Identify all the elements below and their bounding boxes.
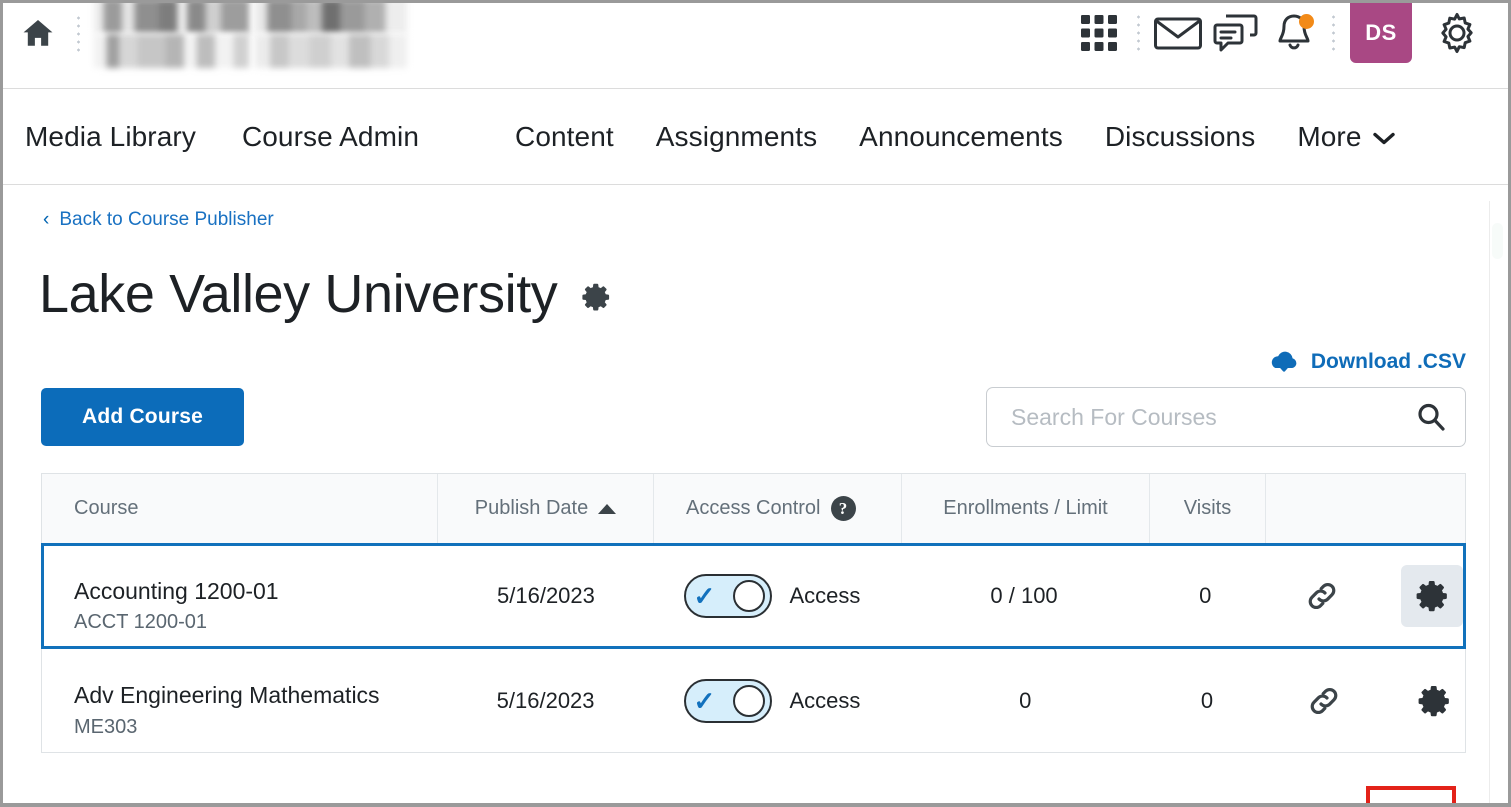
nav-course-admin[interactable]: Course Admin [242,121,419,153]
nav-more-label: More [1297,120,1362,152]
cell-access-control: ✓ Access [654,574,901,618]
cell-actions [1265,670,1465,732]
add-course-button[interactable]: Add Course [41,388,244,446]
topbar-divider-left [77,14,80,52]
col-actions [1266,474,1465,544]
toggle-knob [732,684,765,717]
download-csv-label: Download .CSV [1310,350,1466,373]
download-csv-link[interactable]: Download .CSV [1269,349,1466,375]
col-publish-date[interactable]: Publish Date [438,473,654,544]
top-navigation-bar: DS [3,3,1508,89]
bell-icon[interactable] [1265,3,1323,63]
table-header-row: Course Publish Date Access Control ? Enr… [41,473,1466,544]
table-row[interactable]: Adv Engineering Mathematics ME303 5/16/2… [41,649,1466,753]
settings-gear-icon[interactable] [1428,3,1486,63]
page-title: Lake Valley University [39,264,558,324]
search-button[interactable] [1415,401,1447,433]
page-settings-gear-icon[interactable] [581,282,611,312]
cell-access-control: ✓ Access [654,678,902,723]
application-window: DS Media Library Course Admin Content As… [0,0,1511,807]
row-settings-gear-button[interactable] [1403,670,1465,732]
row-settings-gear-button[interactable] [1401,565,1463,627]
cell-enrollments: 0 / 100 [990,583,1058,608]
nav-assignments[interactable]: Assignments [656,121,817,153]
gear-button-container [1403,670,1465,732]
notification-badge [1299,14,1314,29]
col-publish-date-label: Publish Date [474,497,589,519]
breadcrumb-caret-icon: ‹ [43,209,50,230]
col-access-control[interactable]: Access Control ? [654,473,902,544]
topbar-right-group: DS [1070,3,1508,63]
col-visits[interactable]: Visits [1150,473,1266,544]
checkmark-icon: ✓ [693,685,716,716]
checkmark-icon: ✓ [693,581,716,611]
course-name: Accounting 1200-01 [74,577,279,604]
col-enrollments-limit[interactable]: Enrollments / Limit [902,473,1150,544]
cell-course: Accounting 1200-01 ACCT 1200-01 [44,558,438,634]
cell-course: Adv Engineering Mathematics ME303 [42,662,438,738]
cloud-download-icon [1269,349,1299,375]
search-input[interactable] [1009,402,1415,432]
sort-ascending-icon [598,503,617,514]
apps-grid-icon[interactable] [1070,3,1128,63]
search-icon [1415,401,1447,433]
nav-more[interactable]: More [1297,121,1395,153]
courses-table: Course Publish Date Access Control ? Enr… [41,473,1466,753]
gear-icon [1417,684,1451,718]
col-visits-label: Visits [1183,497,1232,519]
breadcrumb: ‹ Back to Course Publisher [3,185,1508,231]
link-chain-icon[interactable] [1293,670,1355,732]
actions-row: Add Course [3,375,1508,447]
home-icon[interactable] [21,16,55,50]
chevron-down-icon [1372,121,1396,153]
nav-media-library[interactable]: Media Library [25,121,196,153]
cell-publish-date: 5/16/2023 [497,583,595,608]
page-title-row: Lake Valley University [3,231,1508,321]
topbar-divider-mid [1137,13,1140,53]
help-icon[interactable]: ? [830,496,856,521]
cell-actions [1263,565,1463,627]
gear-button-container [1401,565,1463,627]
course-name: Adv Engineering Mathematics [74,682,380,709]
access-label: Access [789,687,861,713]
search-box [986,387,1466,447]
org-logo-redacted [94,3,407,68]
nav-discussions[interactable]: Discussions [1105,121,1255,153]
col-enrollments-limit-label: Enrollments / Limit [943,497,1108,519]
cell-visits: 0 [1199,583,1212,608]
course-code: ACCT 1200-01 [74,611,208,634]
avatar[interactable]: DS [1350,3,1412,63]
access-toggle[interactable]: ✓ [683,574,772,618]
scrollbar-thumb[interactable] [1492,223,1503,259]
topbar-divider-right [1332,13,1335,53]
cell-visits: 0 [1200,687,1214,713]
gear-icon [1415,579,1449,613]
nav-announcements[interactable]: Announcements [859,121,1063,153]
download-csv-row: Download .CSV [3,349,1508,375]
annotation-highlight-box [1366,786,1456,803]
toggle-knob [732,580,765,612]
course-code: ME303 [74,715,138,738]
chat-bubbles-icon[interactable] [1207,3,1265,63]
vertical-scrollbar[interactable] [1489,201,1505,803]
col-course[interactable]: Course [42,473,438,544]
access-label: Access [789,583,861,608]
envelope-icon[interactable] [1149,3,1207,63]
back-to-course-publisher-link[interactable]: Back to Course Publisher [59,209,273,231]
table-row[interactable]: Accounting 1200-01 ACCT 1200-01 5/16/202… [41,543,1466,649]
nav-content[interactable]: Content [515,121,614,153]
topbar-left-group [3,3,407,68]
col-course-label: Course [74,497,139,519]
col-access-control-label: Access Control [686,497,821,519]
course-navigation-bar: Media Library Course Admin Content Assig… [3,89,1508,185]
access-toggle[interactable]: ✓ [683,678,772,723]
main-content: ‹ Back to Course Publisher Lake Valley U… [3,185,1508,803]
cell-publish-date: 5/16/2023 [496,687,595,713]
link-chain-icon[interactable] [1291,565,1353,627]
cell-enrollments: 0 [1019,687,1032,713]
